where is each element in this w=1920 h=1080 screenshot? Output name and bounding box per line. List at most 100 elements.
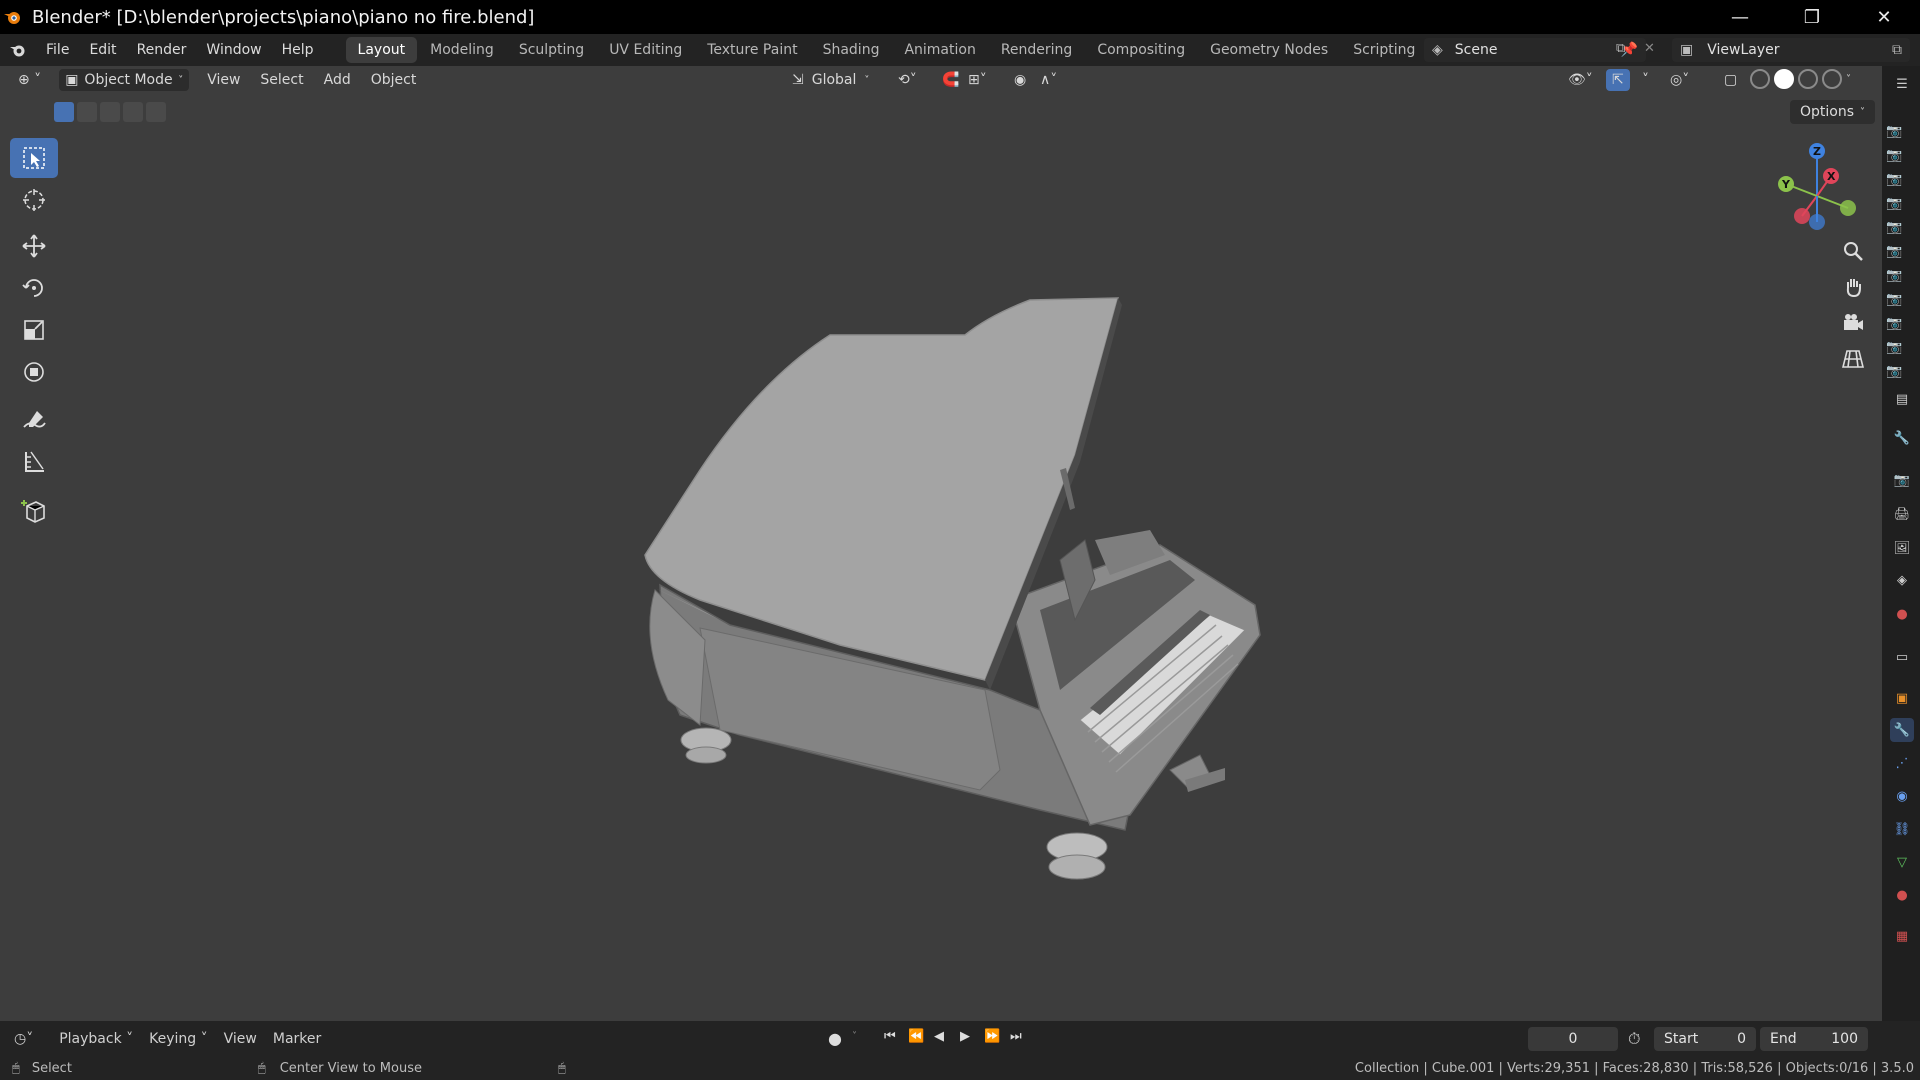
overlay-icon[interactable]: ◎˅ xyxy=(1664,69,1695,91)
select-extend-icon[interactable] xyxy=(77,102,97,122)
perspective-grid-icon[interactable] xyxy=(1838,344,1868,374)
move-icon[interactable] xyxy=(10,226,58,266)
menu-add[interactable]: Add xyxy=(318,69,357,91)
tab-shading[interactable]: Shading xyxy=(811,37,892,63)
marker-menu[interactable]: Marker xyxy=(265,1031,329,1047)
data-properties-icon[interactable]: ▽ xyxy=(1890,850,1914,874)
menu-object[interactable]: Object xyxy=(365,69,423,91)
minimize-icon[interactable]: — xyxy=(1704,0,1776,34)
rotate-icon[interactable] xyxy=(10,268,58,308)
render-properties-icon[interactable]: 📷 xyxy=(1890,468,1914,492)
prev-keyframe-icon[interactable]: ⏪ xyxy=(908,1029,924,1044)
camera-view-icon[interactable] xyxy=(1838,308,1868,338)
camera-icon[interactable]: 📷 xyxy=(1886,148,1908,166)
menu-view[interactable]: View xyxy=(201,69,246,91)
cursor-icon[interactable] xyxy=(10,180,58,220)
world-properties-icon[interactable]: ● xyxy=(1890,602,1914,626)
restore-icon[interactable]: ❐ xyxy=(1776,0,1848,34)
object-properties-icon[interactable]: ▣ xyxy=(1890,686,1914,710)
tab-uv-editing[interactable]: UV Editing xyxy=(597,37,694,63)
tab-geometry-nodes[interactable]: Geometry Nodes xyxy=(1198,37,1340,63)
jump-end-icon[interactable]: ⏭ xyxy=(1010,1029,1022,1044)
annotate-icon[interactable] xyxy=(10,400,58,440)
snap-target-icon[interactable]: ⊞˅ xyxy=(962,69,993,91)
solid-shading-icon[interactable] xyxy=(1774,69,1794,89)
camera-icon[interactable]: 📷 xyxy=(1886,292,1908,310)
visibility-icon[interactable]: 👁˅ xyxy=(1562,69,1599,91)
menu-help[interactable]: Help xyxy=(272,34,324,66)
camera-icon[interactable]: 📷 xyxy=(1886,124,1908,142)
options-button[interactable]: Options ˅ xyxy=(1790,100,1876,124)
navigation-gizmo[interactable]: Z X Y xyxy=(1762,136,1872,246)
tab-scripting[interactable]: Scripting xyxy=(1341,37,1427,63)
stopwatch-icon[interactable]: ⏱ xyxy=(1628,1029,1640,1049)
gizmo-y-negative[interactable] xyxy=(1840,200,1856,216)
view-layer-properties-icon[interactable]: 🖼 xyxy=(1890,536,1914,560)
menu-window[interactable]: Window xyxy=(196,34,271,66)
editor-type-icon[interactable]: ⊕ ˅ xyxy=(12,69,47,91)
camera-icon[interactable]: 📷 xyxy=(1886,364,1908,382)
chevron-down-icon[interactable]: ˅ xyxy=(852,1031,857,1042)
tab-texture-paint[interactable]: Texture Paint xyxy=(695,37,809,63)
current-frame-field[interactable]: 0 xyxy=(1528,1027,1618,1051)
texture-properties-icon[interactable]: ▦ xyxy=(1890,924,1914,948)
select-subtract-icon[interactable] xyxy=(100,102,120,122)
material-shading-icon[interactable] xyxy=(1798,69,1818,89)
pivot-icon[interactable]: ⟲˅ xyxy=(892,69,923,91)
particles-properties-icon[interactable]: ⋰ xyxy=(1890,751,1914,775)
properties-editor-icon[interactable]: ▤ xyxy=(1890,387,1914,411)
record-icon[interactable]: ● xyxy=(828,1029,842,1048)
scene-selector[interactable]: ◈ Scene 📌 xyxy=(1424,38,1646,62)
play-icon[interactable]: ▶ xyxy=(960,1029,970,1044)
new-scene-icon[interactable]: ⧉ xyxy=(1616,41,1625,56)
chevron-down-icon[interactable]: ˅ xyxy=(1846,74,1851,85)
select-new-icon[interactable] xyxy=(54,102,74,122)
camera-icon[interactable]: 📷 xyxy=(1886,172,1908,190)
wireframe-shading-icon[interactable] xyxy=(1750,69,1770,89)
pan-hand-icon[interactable] xyxy=(1838,272,1868,302)
scene-properties-icon[interactable]: ◈ xyxy=(1890,568,1914,592)
next-keyframe-icon[interactable]: ⏩ xyxy=(984,1029,1000,1044)
close-icon[interactable]: ✕ xyxy=(1848,0,1920,34)
select-invert-icon[interactable] xyxy=(123,102,143,122)
tab-rendering[interactable]: Rendering xyxy=(989,37,1085,63)
output-properties-icon[interactable]: 🖨 xyxy=(1890,502,1914,526)
camera-icon[interactable]: 📷 xyxy=(1886,220,1908,238)
playback-menu[interactable]: Playback ˅ xyxy=(51,1031,141,1047)
outliner-icon[interactable]: ☰ xyxy=(1890,72,1914,96)
view-layer-selector[interactable]: ▣ ViewLayer ⧉ xyxy=(1672,38,1910,62)
camera-icon[interactable]: 📷 xyxy=(1886,316,1908,334)
play-reverse-icon[interactable]: ◀ xyxy=(934,1029,944,1044)
jump-start-icon[interactable]: ⏮ xyxy=(884,1029,896,1044)
tab-modeling[interactable]: Modeling xyxy=(418,37,506,63)
xray-icon[interactable]: ▢ xyxy=(1718,69,1743,91)
select-intersect-icon[interactable] xyxy=(146,102,166,122)
tab-compositing[interactable]: Compositing xyxy=(1085,37,1197,63)
menu-file[interactable]: File xyxy=(36,34,79,66)
measure-icon[interactable] xyxy=(10,442,58,482)
tab-layout[interactable]: Layout xyxy=(345,37,418,63)
camera-icon[interactable]: 📷 xyxy=(1886,268,1908,286)
end-frame-field[interactable]: End 100 xyxy=(1760,1027,1868,1051)
gizmo-z-negative[interactable] xyxy=(1809,214,1825,230)
proportional-edit-icon[interactable]: ◉ xyxy=(1008,69,1032,91)
constraint-properties-icon[interactable]: ⛓ xyxy=(1890,817,1914,841)
blender-menu-icon[interactable] xyxy=(0,34,36,66)
orientation-selector[interactable]: ⇲ Global ˅ xyxy=(786,69,875,91)
start-frame-field[interactable]: Start 0 xyxy=(1654,1027,1756,1051)
collection-properties-icon[interactable]: ▭ xyxy=(1890,645,1914,669)
tab-animation[interactable]: Animation xyxy=(892,37,987,63)
rendered-shading-icon[interactable] xyxy=(1822,69,1842,89)
3d-viewport[interactable] xyxy=(0,66,1882,1021)
select-box-icon[interactable] xyxy=(10,138,58,178)
physics-properties-icon[interactable]: ◉ xyxy=(1890,784,1914,808)
camera-icon[interactable]: 📷 xyxy=(1886,196,1908,214)
delete-scene-icon[interactable]: ✕ xyxy=(1644,41,1655,56)
falloff-icon[interactable]: ∧˅ xyxy=(1034,69,1063,91)
menu-render[interactable]: Render xyxy=(127,34,197,66)
chevron-down-icon[interactable]: ˅ xyxy=(1636,69,1655,91)
material-properties-icon[interactable]: ● xyxy=(1890,883,1914,907)
menu-select[interactable]: Select xyxy=(254,69,309,91)
zoom-icon[interactable] xyxy=(1838,236,1868,266)
transform-icon[interactable] xyxy=(10,352,58,392)
